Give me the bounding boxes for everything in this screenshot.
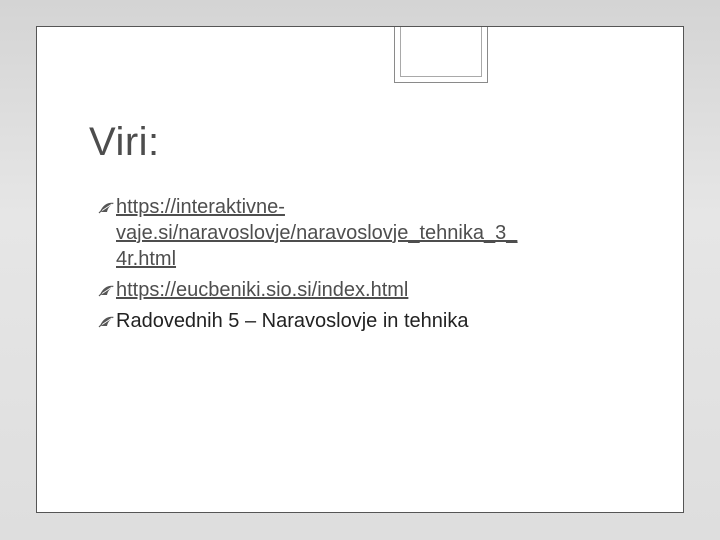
bullet-list: https://interaktivne- vaje.si/naravoslov… [98,194,618,339]
decorative-accent-box-inner [400,27,482,77]
link-line-3: 4r.html [116,248,177,270]
slide-title: Viri: [89,120,160,164]
list-item: https://eucbeniki.sio.si/index.html [98,277,618,303]
leaf-bullet-icon [98,202,114,214]
list-item: Radovednih 5 – Naravoslovje in tehnika [98,308,618,334]
source-textbook: Radovednih 5 – Naravoslovje in tehnika [116,310,469,332]
source-link-eucbeniki[interactable]: https://eucbeniki.sio.si/index.html [116,279,408,301]
decorative-accent-box [394,27,488,83]
link-line-2: vaje.si/naravoslovje/naravoslovje_tehnik… [116,222,518,244]
leaf-bullet-icon [98,316,114,328]
link-line-1: https://interaktivne- [116,196,285,218]
list-item: https://interaktivne- vaje.si/naravoslov… [98,194,618,272]
leaf-bullet-icon [98,285,114,297]
source-link-interaktivne-vaje[interactable]: https://interaktivne- vaje.si/naravoslov… [116,194,618,272]
